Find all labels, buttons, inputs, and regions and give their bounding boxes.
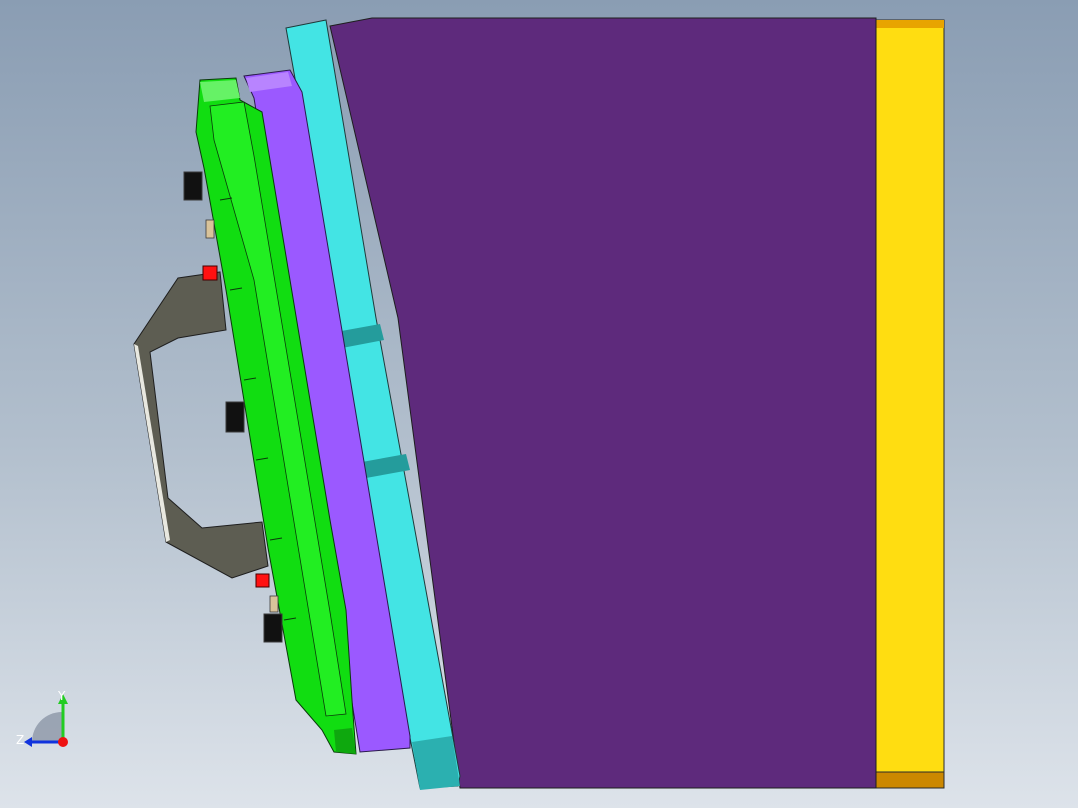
red-clamp-pin-lower[interactable] (255, 573, 270, 588)
black-knob-middle[interactable] (225, 401, 245, 433)
triad-quadrant (32, 712, 62, 742)
orientation-triad: Y Z (16, 689, 68, 747)
yellow-plate-face (873, 19, 945, 789)
z-axis-arrowhead (24, 737, 32, 747)
tan-bolt-lower (269, 595, 279, 613)
red-clamp-pin-upper[interactable] (202, 265, 218, 281)
y-axis-label: Y (57, 689, 66, 703)
black-knob-lower[interactable] (263, 613, 283, 643)
cad-viewport[interactable]: Y Z (0, 0, 1078, 808)
cyan-plate-bottom-edge (412, 736, 460, 790)
yellow-plate-top-edge (874, 20, 944, 28)
triad-origin-dot (58, 737, 68, 747)
yellow-end-plate[interactable] (873, 19, 945, 789)
yellow-plate-bottom-edge (873, 771, 945, 789)
assembly-model[interactable] (0, 0, 1078, 808)
black-knob-upper[interactable] (183, 171, 203, 201)
tan-bolt-upper (205, 219, 215, 239)
z-axis-label: Z (16, 733, 24, 747)
